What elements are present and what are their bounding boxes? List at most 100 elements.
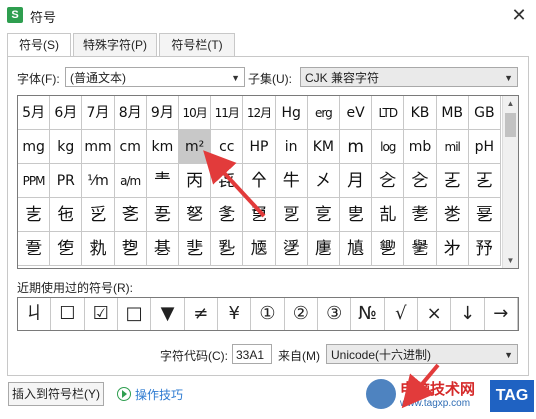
symbol-cell[interactable]: KM — [307, 130, 340, 164]
symbol-cell[interactable]: 㐤 — [340, 232, 373, 266]
symbol-cell[interactable]: erg — [307, 96, 340, 130]
symbol-cell[interactable]: 7月 — [82, 96, 115, 130]
symbol-cell[interactable]: 㐗 — [404, 198, 437, 232]
symbol-cell[interactable]: 11月 — [211, 96, 244, 130]
symbol-cell[interactable]: kg — [50, 130, 83, 164]
symbol-cell[interactable]: 㐓 — [275, 198, 308, 232]
tab-special-chars[interactable]: 特殊字符(P) — [73, 33, 157, 56]
recent-symbol-cell[interactable]: № — [351, 298, 385, 330]
symbol-cell[interactable]: mg — [18, 130, 51, 164]
symbol-cell[interactable]: m² — [179, 130, 212, 164]
symbol-cell[interactable]: 10月 — [179, 96, 212, 130]
symbol-cell[interactable]: 㐣 — [307, 232, 340, 266]
symbol-cell[interactable]: 㐉 — [468, 164, 501, 198]
symbol-cell[interactable]: KB — [404, 96, 437, 130]
symbol-cell[interactable]: 㐦 — [404, 232, 437, 266]
symbol-cell[interactable]: 㐛 — [50, 232, 83, 266]
symbol-cell[interactable]: m — [340, 130, 373, 164]
symbol-cell[interactable]: PPM — [18, 164, 51, 198]
symbol-cell[interactable]: HP — [243, 130, 276, 164]
scroll-down-icon[interactable]: ▼ — [503, 253, 518, 268]
symbol-cell[interactable]: 㐅 — [307, 164, 340, 198]
recent-symbol-cell[interactable]: ㄐ — [18, 298, 52, 330]
symbol-cell[interactable]: 㐌 — [50, 198, 83, 232]
symbol-cell[interactable]: 㐊 — [18, 198, 51, 232]
symbol-cell[interactable]: 㐡 — [243, 232, 276, 266]
symbol-cell[interactable]: 㐑 — [211, 198, 244, 232]
symbol-cell[interactable]: 牛 — [275, 164, 308, 198]
symbol-cell[interactable]: 㐕 — [340, 198, 373, 232]
symbol-cell[interactable]: 㐥 — [372, 232, 405, 266]
recent-symbol-cell[interactable]: ① — [251, 298, 285, 330]
recent-symbol-cell[interactable]: ☑ — [85, 298, 118, 330]
help-link[interactable]: 操作技巧 — [117, 386, 183, 403]
recent-symbol-cell[interactable]: ↓ — [451, 298, 485, 330]
recent-symbol-cell[interactable]: ② — [285, 298, 318, 330]
scroll-thumb[interactable] — [505, 113, 516, 137]
recent-symbol-cell[interactable]: √ — [385, 298, 418, 330]
symbol-cell[interactable]: 㐠 — [211, 232, 244, 266]
symbol-cell[interactable]: 㐏 — [146, 198, 179, 232]
symbol-cell[interactable]: eV — [340, 96, 373, 130]
symbol-cell[interactable]: 㐉 — [436, 164, 469, 198]
recent-symbol-cell[interactable]: → — [485, 298, 518, 330]
symbol-cell[interactable]: 6月 — [50, 96, 83, 130]
symbol-cell[interactable]: 㐃 — [243, 164, 276, 198]
scroll-up-icon[interactable]: ▲ — [503, 96, 518, 111]
symbol-cell[interactable]: 㐚 — [18, 232, 51, 266]
recent-symbol-cell[interactable]: × — [418, 298, 452, 330]
symbol-cell[interactable]: 㐐 — [179, 198, 212, 232]
symbol-cell[interactable]: 8月 — [114, 96, 147, 130]
symbol-cell[interactable]: km — [146, 130, 179, 164]
symbol-cell[interactable]: 㐢 — [275, 232, 308, 266]
symbol-cell[interactable]: 㐟 — [179, 232, 212, 266]
tab-symbol-bar[interactable]: 符号栏(T) — [159, 33, 235, 56]
recent-symbol-cell[interactable]: ¥ — [218, 298, 252, 330]
close-icon[interactable]: ✕ — [508, 4, 530, 26]
recent-symbol-cell[interactable]: □ — [118, 298, 152, 330]
symbol-cell[interactable]: 㐧 — [436, 232, 469, 266]
symbol-cell[interactable]: 㐝 — [114, 232, 147, 266]
tab-symbols[interactable]: 符号(S) — [7, 33, 71, 58]
symbol-cell[interactable]: 㐈 — [372, 164, 405, 198]
symbol-cell[interactable]: 㐨 — [468, 232, 501, 266]
symbol-cell[interactable]: mb — [404, 130, 437, 164]
symbol-cell[interactable]: pH — [468, 130, 501, 164]
symbol-cell[interactable]: MB — [436, 96, 469, 130]
symbol-cell[interactable]: 㐒 — [243, 198, 276, 232]
symbol-cell[interactable]: 㐞 — [146, 232, 179, 266]
symbol-cell[interactable]: 㐙 — [468, 198, 501, 232]
symbol-cell[interactable]: 㐖 — [372, 198, 405, 232]
subset-select[interactable]: CJK 兼容字符 ▼ — [300, 67, 518, 87]
symbol-cell[interactable]: 12月 — [243, 96, 276, 130]
font-select[interactable]: (普通文本) ▼ — [65, 67, 245, 87]
symbol-cell[interactable]: mil — [436, 130, 469, 164]
symbol-cell[interactable]: 9月 — [146, 96, 179, 130]
symbol-cell[interactable]: LTD — [372, 96, 405, 130]
symbol-cell[interactable]: a/m — [114, 164, 147, 198]
symbol-cell[interactable]: 㐂 — [211, 164, 244, 198]
grid-scrollbar[interactable]: ▲ ▼ — [502, 96, 518, 268]
char-code-input[interactable]: 33A1 — [232, 344, 272, 364]
symbol-cell[interactable]: 㐜 — [82, 232, 115, 266]
symbol-cell[interactable]: GB — [468, 96, 501, 130]
symbol-cell[interactable]: in — [275, 130, 308, 164]
symbol-cell[interactable]: Hg — [275, 96, 308, 130]
insert-to-symbol-bar-button[interactable]: 插入到符号栏(Y) — [8, 382, 104, 406]
symbol-cell[interactable]: 丙 — [179, 164, 212, 198]
recent-symbol-cell[interactable]: ☐ — [51, 298, 85, 330]
symbol-cell[interactable]: mm — [82, 130, 115, 164]
symbol-cell[interactable]: cm — [114, 130, 147, 164]
symbol-cell[interactable]: 㐎 — [114, 198, 147, 232]
symbol-cell[interactable]: PR — [50, 164, 83, 198]
symbol-cell[interactable]: cc — [211, 130, 244, 164]
recent-symbol-cell[interactable]: ③ — [318, 298, 352, 330]
symbol-cell[interactable]: 㐈 — [404, 164, 437, 198]
symbol-cell[interactable]: 月 — [340, 164, 373, 198]
symbol-cell[interactable]: ⅟m — [82, 164, 115, 198]
symbol-cell[interactable]: 㐍 — [82, 198, 115, 232]
symbol-cell[interactable]: log — [372, 130, 405, 164]
symbol-cell[interactable]: 龶 — [146, 164, 179, 198]
symbol-cell[interactable]: 㐔 — [307, 198, 340, 232]
recent-symbol-cell[interactable]: ▼ — [151, 298, 185, 330]
